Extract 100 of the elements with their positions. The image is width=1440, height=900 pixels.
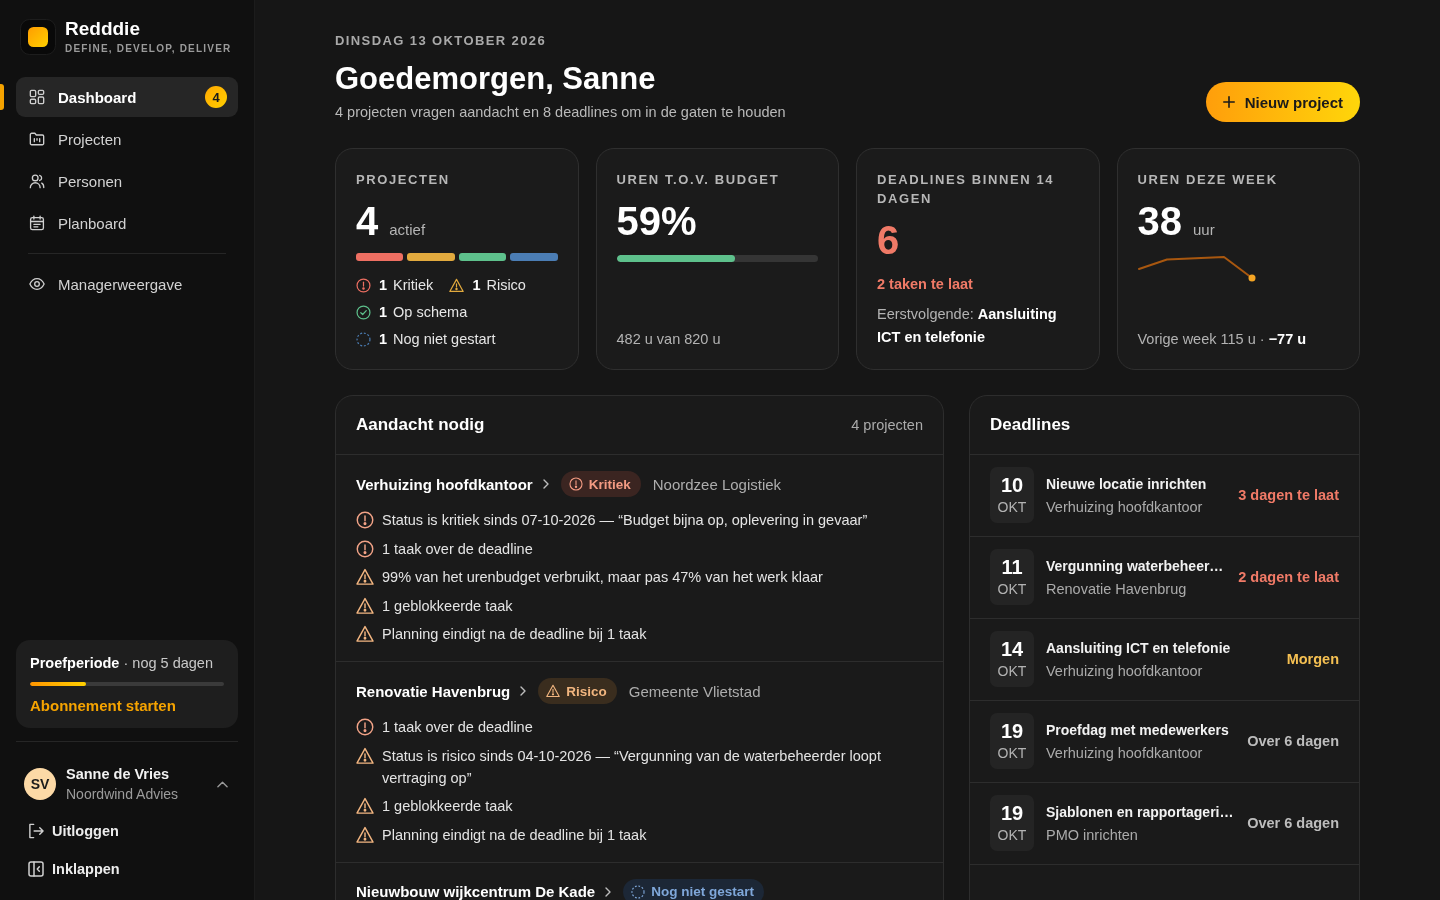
status-count: 1 [379,330,388,349]
nav-item[interactable]: Planboard [16,203,238,243]
issue-text: 1 taak over de deadline [382,718,533,737]
collapse-sidebar-button[interactable]: Inklappen [16,851,132,887]
logo-icon [20,19,56,55]
stat-label: PROJECTEN [356,171,451,189]
warning-triangle-icon [356,596,374,615]
stat-footer: 482 u van 820 u [616,329,818,349]
stat-footer: Eerstvolgende: Aansluiting ICT en telefonie [877,303,1079,349]
stat-value: 59% [616,199,697,243]
issue-text: Status is risico sinds 04-10-2026 — “Vergunning van de waterbeheerder loopt vertraging op” [382,746,882,788]
project-count: 4 projecten [851,417,923,433]
status-count: 1 [472,276,481,295]
folder-icon [29,131,45,147]
check-circle-icon [356,304,371,320]
plus-icon [1222,96,1235,108]
status-label: Op schema [393,303,468,322]
deadline-project: Verhuizing hoofdkantoor [1046,497,1204,517]
issue-text: 1 taak over de deadline [382,539,533,559]
status-label: Kritiek [393,276,434,295]
deadline-project: Verhuizing hoofdkantoor [1046,661,1204,681]
logout-button[interactable]: Uitloggen [16,813,131,849]
panel-title: Deadlines [990,415,1071,435]
status-label: Nog niet gestart [393,330,496,349]
user-name: Sanne de Vries [66,765,171,784]
date-day: 14 [1000,638,1024,660]
sidebar-collapse-icon [28,861,44,877]
stat-footer: Vorige week 115 u · −77 u [1137,329,1339,349]
deadline-title: Vergunning waterbeheer… [1046,556,1225,576]
count-badge: 4 [205,86,227,108]
alert-circle-icon [356,718,374,736]
issue-text: Planning eindigt na de deadline bij 1 taak [382,625,647,644]
stat-label: UREN DEZE WEEK [1137,171,1279,189]
nav-item[interactable]: Personen [16,161,238,201]
warning-triangle-icon [356,568,374,586]
stat-value: 38 [1137,199,1182,243]
stat-unit: actief [389,221,426,238]
subscribe-link[interactable]: Abonnement starten [30,696,176,716]
chevron-right-icon [542,479,549,489]
nav-item[interactable]: Projecten [16,119,238,159]
chevron-up-icon[interactable] [217,780,228,788]
project-link[interactable]: Nieuwbouw wijkcentrum De Kade [356,883,612,900]
deadline-project: Verhuizing hoofdkantoor [1046,743,1204,763]
date-month: OKT [997,826,1027,844]
issue-text: Planning eindigt na de deadline bij 1 taak [382,825,647,845]
due-label: 2 dagen te laat [1238,569,1339,585]
trial-status: Proefperiode · nog 5 dagen [30,654,214,673]
due-label: 3 dagen te laat [1238,487,1339,503]
alert-circle-icon [356,511,374,529]
status-count: 1 [379,303,388,322]
due-label: Morgen [1286,651,1339,667]
status-label: Nog niet gestart [651,884,754,899]
due-label: Over 6 dagen [1247,733,1339,749]
stat-unit: uur [1193,221,1215,238]
status-label: Risico [566,683,607,699]
date-day: 11 [1001,556,1023,578]
project-link[interactable]: Renovatie Havenbrug [356,682,527,700]
status-label: Risico [486,276,526,295]
warning-triangle-icon [356,746,374,765]
date-month: OKT [997,744,1027,762]
deadline-project: PMO inrichten [1046,825,1139,845]
dashed-circle-icon [356,331,371,347]
logout-icon [28,823,44,839]
nav-item[interactable]: Managerweergave [16,264,238,304]
deadline-title: Proefdag met medewerkers [1046,720,1230,740]
deadline-title: Sjablonen en rapportageri… [1046,802,1235,822]
greeting-title: Goedemorgen, Sanne [335,60,657,98]
status-count: 1 [379,276,388,295]
warning-triangle-icon [356,625,374,643]
new-project-button[interactable]: Nieuw project [1205,82,1360,122]
issue-text: Status is kritiek sinds 07-10-2026 — “Budget bijna op, oplevering in gevaar” [382,511,868,530]
user-organization: Noordwind Advies [66,785,180,804]
issue-text: 1 geblokkeerde taak [382,596,513,616]
chevron-right-icon [520,686,527,696]
project-link[interactable]: Verhuizing hoofdkantoor [356,475,549,493]
warning-triangle-icon [546,684,561,698]
stat-value: 4 [356,199,379,243]
eye-icon [29,276,45,292]
date-day: 19 [1000,802,1024,824]
due-label: Over 6 dagen [1247,815,1339,831]
chevron-right-icon [605,886,612,897]
warning-triangle-icon [356,825,374,844]
calendar-icon [29,215,45,231]
deadline-project: Renovatie Havenbrug [1046,579,1188,599]
date-month: OKT [997,580,1027,598]
greeting-subtitle: 4 projecten vragen aandacht en 8 deadlines om in de gaten te houden [335,103,786,122]
issue-text: 1 geblokkeerde taak [382,797,513,816]
date-month: OKT [997,498,1027,516]
alert-circle-icon [568,477,583,491]
client-name: Noordzee Logistiek [652,475,782,493]
overdue-note: 2 taken te laat [877,275,974,294]
brand-name: Redddie [65,18,141,40]
user-avatar: SV [24,768,56,800]
dashed-circle-icon [631,884,646,899]
issue-text: 99% van het urenbudget verbruikt, maar pas 47% van het werk klaar [382,568,823,587]
date-day: 19 [1000,720,1024,742]
warning-triangle-icon [356,797,374,815]
client-name: Gemeente Vlietstad [628,682,761,700]
date-month: OKT [997,662,1027,680]
current-date: DINSDAG 13 OKTOBER 2026 [335,32,548,50]
